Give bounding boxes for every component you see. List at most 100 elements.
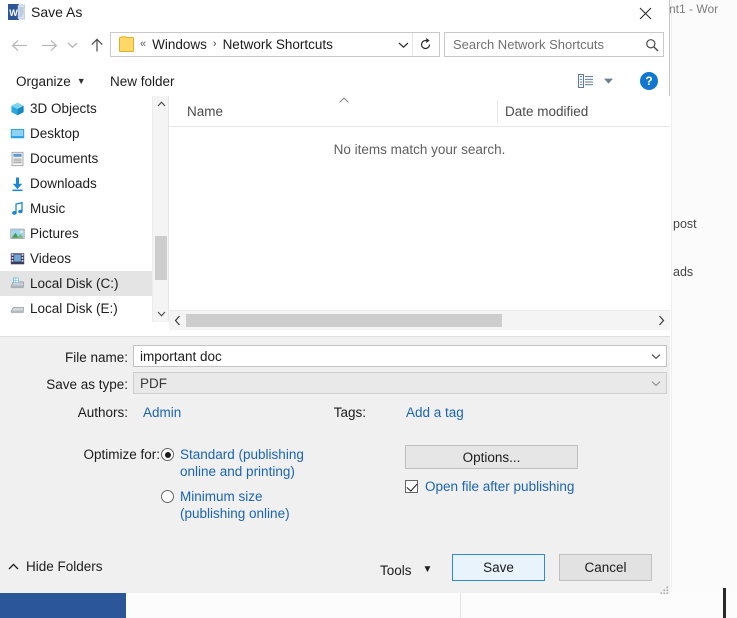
authors-value[interactable]: Admin	[143, 405, 181, 420]
radio-option-standard-label: Standard (publishing online and printing…	[180, 446, 304, 480]
column-separator[interactable]	[497, 100, 498, 122]
radio-indicator[interactable]	[161, 490, 174, 503]
tree-item-videos[interactable]: Videos	[0, 246, 152, 271]
search-icon[interactable]	[641, 38, 663, 52]
options-button-label: Options...	[462, 449, 521, 465]
horizontal-scrollbar[interactable]	[169, 310, 670, 330]
folder-icon	[119, 36, 134, 52]
optimize-for-label: Optimize for:	[83, 447, 160, 462]
documents-icon	[10, 151, 25, 166]
address-bar[interactable]: « Windows › Network Shortcuts	[110, 32, 440, 57]
column-header-date-label: Date modified	[505, 103, 589, 119]
tags-label: Tags:	[333, 405, 366, 420]
background-window-title: nt1 - Wor	[669, 2, 719, 16]
organize-button[interactable]: Organize ▼	[16, 66, 86, 96]
hide-folders-button[interactable]: Hide Folders	[8, 559, 103, 574]
tree-item-pictures[interactable]: Pictures	[0, 221, 152, 246]
background-pane-divider	[460, 592, 461, 618]
search-input[interactable]	[445, 33, 641, 56]
horizontal-scrollbar-thumb[interactable]	[186, 314, 502, 327]
chevron-down-icon[interactable]	[153, 306, 169, 322]
checkbox-indicator[interactable]	[405, 480, 418, 493]
tree-item-label: Videos	[30, 251, 72, 266]
refresh-icon[interactable]	[412, 33, 437, 56]
breadcrumb-segment-network-shortcuts[interactable]: Network Shortcuts	[223, 37, 333, 52]
tree-item-documents[interactable]: Documents	[0, 146, 152, 171]
videos-icon	[10, 251, 25, 266]
open-file-after-publishing-checkbox[interactable]: Open file after publishing	[405, 479, 574, 494]
list-view-icon[interactable]	[578, 73, 594, 89]
search-box[interactable]	[444, 32, 664, 57]
pictures-icon	[10, 226, 25, 241]
cancel-button[interactable]: Cancel	[559, 554, 652, 581]
background-right-edge-bar	[723, 588, 726, 618]
column-headers: Name Date modified	[169, 96, 670, 127]
chevron-down-icon[interactable]	[646, 353, 666, 360]
radio-indicator[interactable]	[161, 448, 174, 461]
dialog-title: Save As	[31, 4, 83, 20]
empty-list-message: No items match your search.	[333, 142, 506, 157]
tree-item-3d-objects[interactable]: 3D Objects	[0, 96, 152, 121]
save-as-type-combobox[interactable]: PDF	[133, 372, 667, 394]
tree-item-music[interactable]: Music	[0, 196, 152, 221]
breadcrumb-segment-windows[interactable]: Windows	[152, 37, 207, 52]
3d-objects-icon	[10, 101, 25, 116]
screen: nt1 - Wor post ads W Save As « Windows ›…	[0, 0, 737, 618]
navigation-tree: 3D Objects Desktop Documents Downloads Music…	[0, 96, 168, 336]
command-bar: Organize ▼ New folder ?	[0, 66, 669, 97]
tools-button[interactable]: Tools ▼	[380, 558, 432, 582]
chevron-up-icon[interactable]	[153, 96, 169, 112]
chevron-down-icon: ▼	[422, 564, 433, 575]
tree-item-local-disk-c[interactable]: Local Disk (C:)	[0, 271, 152, 296]
column-header-name-label: Name	[187, 103, 224, 119]
save-as-type-label: Save as type:	[46, 377, 128, 392]
downloads-icon	[10, 176, 25, 191]
tree-item-label: Desktop	[30, 126, 80, 141]
music-icon	[10, 201, 25, 216]
chevron-up-icon	[8, 563, 19, 570]
new-folder-button[interactable]: New folder	[110, 66, 175, 96]
tools-label: Tools	[380, 562, 412, 578]
options-button[interactable]: Options...	[405, 445, 578, 469]
save-button[interactable]: Save	[452, 554, 545, 581]
tree-item-desktop[interactable]: Desktop	[0, 121, 152, 146]
close-icon[interactable]	[623, 0, 667, 27]
back-arrow-icon[interactable]	[6, 30, 32, 60]
save-as-dialog: W Save As « Windows › Network Shortcuts …	[0, 0, 670, 595]
new-folder-label: New folder	[110, 73, 175, 89]
up-arrow-icon[interactable]	[84, 30, 110, 60]
column-header-name[interactable]: Name	[187, 96, 223, 126]
add-a-tag-link[interactable]: Add a tag	[406, 405, 464, 420]
file-name-value[interactable]: important doc	[134, 349, 646, 364]
help-label: ?	[645, 74, 653, 88]
tree-item-label: Documents	[30, 151, 99, 166]
open-file-after-publishing-label: Open file after publishing	[425, 479, 575, 494]
address-overflow[interactable]: «	[140, 39, 146, 50]
word-status-bar	[0, 592, 126, 618]
tree-scrollbar[interactable]	[152, 96, 169, 322]
column-header-date-modified[interactable]: Date modified	[505, 96, 588, 126]
resize-grip-icon[interactable]	[660, 582, 669, 595]
tree-item-local-disk-e[interactable]: Local Disk (E:)	[0, 296, 152, 321]
file-name-combobox[interactable]: important doc	[133, 345, 667, 367]
word-icon: W	[8, 4, 26, 20]
sort-ascending-icon	[337, 96, 351, 106]
chevron-left-icon[interactable]	[169, 311, 186, 330]
svg-text:W: W	[9, 8, 18, 18]
radio-option-minimum-label: Minimum size (publishing online)	[180, 488, 290, 522]
address-chevron-down-icon[interactable]	[393, 33, 413, 56]
tree-scrollbar-thumb[interactable]	[155, 236, 167, 280]
recent-locations-chevron-down-icon[interactable]	[62, 30, 82, 60]
browser-body: 3D Objects Desktop Documents Downloads Music…	[0, 96, 670, 336]
chevron-right-icon[interactable]	[653, 311, 670, 330]
organize-label: Organize	[16, 73, 71, 89]
save-options-panel	[0, 336, 670, 548]
chevron-down-icon[interactable]	[646, 380, 666, 387]
tree-item-label: 3D Objects	[30, 101, 97, 116]
view-options-chevron-down-icon[interactable]	[601, 66, 615, 96]
authors-label: Authors:	[77, 405, 128, 420]
help-button[interactable]: ?	[640, 72, 658, 90]
forward-arrow-icon[interactable]	[36, 30, 62, 60]
tree-item-downloads[interactable]: Downloads	[0, 171, 152, 196]
desktop-icon	[10, 126, 25, 141]
